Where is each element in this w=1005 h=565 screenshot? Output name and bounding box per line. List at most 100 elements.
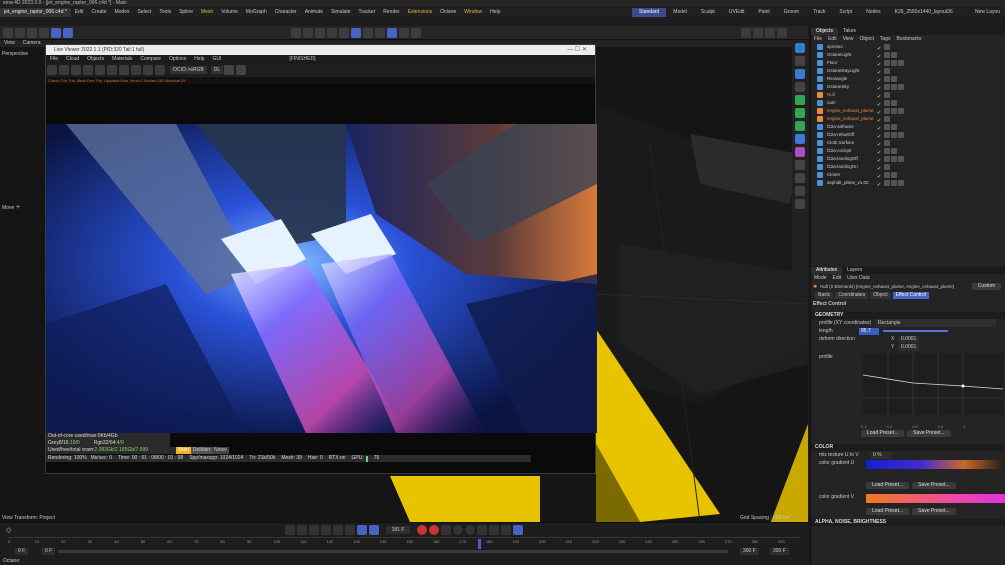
undo-icon[interactable]	[3, 28, 13, 38]
loop-icon[interactable]	[356, 525, 367, 535]
filter-icon[interactable]	[765, 28, 775, 38]
range-start-field[interactable]: 0 F	[15, 547, 29, 555]
doc-tab[interactable]: jet_engine_raptor_006.c4d *	[0, 8, 71, 17]
octane-icon[interactable]	[363, 28, 373, 38]
main-pass-button[interactable]: Main	[176, 447, 191, 454]
attr-tab-basic[interactable]: Basic	[815, 292, 834, 299]
layout-tab-sculpt[interactable]: Sculpt	[694, 8, 722, 17]
range-slider[interactable]	[58, 550, 728, 553]
play-reverse-icon[interactable]	[308, 525, 319, 535]
alpha-section[interactable]: ALPHA, NOISE, BRIGHTNESS	[811, 519, 1005, 526]
objects-menu-file[interactable]: File	[811, 35, 825, 43]
object-row[interactable]: Cloner ✔	[811, 171, 1005, 180]
material-tag-icon[interactable]	[891, 148, 898, 154]
go-start-icon[interactable]	[284, 525, 295, 535]
material-tag-icon[interactable]	[884, 180, 891, 186]
material-tag-icon[interactable]	[884, 116, 891, 122]
layout-icon[interactable]	[741, 28, 751, 38]
save-image-icon[interactable]	[119, 65, 129, 75]
length-input[interactable]: 95.7	[859, 327, 879, 335]
menu-create[interactable]: Create	[87, 8, 110, 17]
material-tag-icon[interactable]	[884, 132, 891, 138]
gear-icon[interactable]	[795, 121, 805, 131]
octane-menu-file[interactable]: File	[46, 55, 62, 63]
record-pla-icon[interactable]	[501, 525, 512, 535]
layout-tab-nodes[interactable]: Nodes	[859, 8, 887, 17]
load-preset-u-button[interactable]: Load Preset...	[866, 482, 910, 489]
layout-tab-standard[interactable]: Standard	[632, 8, 667, 17]
noise-pass-button[interactable]: Noise	[212, 447, 229, 454]
window-controls-icon[interactable]: — ☐ ✕	[567, 45, 587, 55]
field-icon[interactable]	[795, 147, 805, 157]
color-section[interactable]: COLOR	[811, 444, 1005, 451]
material-tag-icon[interactable]	[891, 156, 898, 162]
material-tag-icon[interactable]	[884, 108, 891, 114]
render-preview[interactable]	[46, 124, 597, 433]
menu-spline[interactable]: Spline	[175, 8, 197, 17]
object-row[interactable]: f22a-landingOn ✔	[811, 163, 1005, 172]
panel-icon[interactable]	[777, 28, 787, 38]
z-axis-icon[interactable]	[51, 28, 61, 38]
object-row[interactable]: engine_exhaust_plume ✔	[811, 107, 1005, 116]
focus-icon[interactable]	[143, 65, 153, 75]
menu-tracker[interactable]: Tracker	[355, 8, 380, 17]
octane-menu-cloud[interactable]: Cloud	[62, 55, 83, 63]
attributes-menu-userdata[interactable]: User Data	[844, 274, 873, 282]
grid-icon[interactable]	[795, 199, 805, 209]
material-ball-icon[interactable]	[107, 65, 117, 75]
menu-modes[interactable]: Modes	[110, 8, 133, 17]
menu-character[interactable]: Character	[271, 8, 301, 17]
x-axis-icon[interactable]	[27, 28, 37, 38]
record-param-icon[interactable]	[489, 525, 500, 535]
range-end-field[interactable]: 300 F	[740, 547, 759, 555]
restart-render-icon[interactable]	[59, 65, 69, 75]
send-scene-icon[interactable]	[47, 65, 57, 75]
viewport-menu-camera[interactable]: Camera	[19, 40, 45, 47]
material-tag-icon[interactable]	[884, 84, 891, 90]
camera-icon[interactable]	[411, 28, 421, 38]
material-tag-icon[interactable]	[891, 172, 898, 178]
snap-icon[interactable]	[375, 28, 385, 38]
point-mode-icon[interactable]	[795, 56, 805, 66]
layout-tab-groom[interactable]: Groom	[777, 8, 806, 17]
material-tag-icon[interactable]	[898, 84, 905, 90]
material-tag-icon[interactable]	[884, 76, 891, 82]
length-slider[interactable]	[883, 330, 948, 332]
material-tag-icon[interactable]	[884, 164, 891, 170]
cube-icon[interactable]	[327, 28, 337, 38]
material-tag-icon[interactable]	[884, 100, 891, 106]
object-row[interactable]: Floor ✔	[811, 59, 1005, 68]
load-preset-button[interactable]: Load Preset...	[861, 430, 905, 437]
save-preset-button[interactable]: Save Preset...	[907, 430, 951, 437]
preview-range-icon[interactable]	[368, 525, 379, 535]
keyframe-diamond-icon[interactable]: ◇	[6, 526, 11, 534]
pen-icon[interactable]	[339, 28, 349, 38]
tab-layers[interactable]: Layers	[842, 267, 867, 274]
octane-menu-compare[interactable]: Compare	[136, 55, 165, 63]
menu-render[interactable]: Render	[379, 8, 403, 17]
go-end-icon[interactable]	[344, 525, 355, 535]
octane-menu-gui[interactable]: GUI	[209, 55, 226, 63]
save-preset-u-button[interactable]: Save Preset...	[912, 482, 956, 489]
ocio-select[interactable]: OCIO->sRGB	[170, 66, 207, 74]
render-kernel-select[interactable]: DL	[210, 66, 224, 74]
render-settings-icon[interactable]	[315, 28, 325, 38]
light-object-icon[interactable]	[795, 186, 805, 196]
redo-icon[interactable]	[15, 28, 25, 38]
material-tag-icon[interactable]	[884, 124, 891, 130]
lock-icon[interactable]	[155, 65, 165, 75]
menu-mesh[interactable]: Mesh	[197, 8, 217, 17]
material-tag-icon[interactable]	[884, 148, 891, 154]
material-tag-icon[interactable]	[884, 156, 891, 162]
material-tag-icon[interactable]	[891, 60, 898, 66]
object-row[interactable]: engine_exhaust_plume ✔	[811, 115, 1005, 124]
menu-help[interactable]: Help	[486, 8, 504, 17]
render-view-icon[interactable]	[291, 28, 301, 38]
generator-icon[interactable]	[795, 108, 805, 118]
objects-menu-view[interactable]: View	[840, 35, 857, 43]
mograph-icon[interactable]	[795, 95, 805, 105]
object-row[interactable]: OctaneLight ✔	[811, 51, 1005, 60]
interpolation-icon[interactable]	[513, 525, 524, 535]
new-layout-button[interactable]: New Layou	[975, 8, 1000, 17]
light-icon[interactable]	[399, 28, 409, 38]
